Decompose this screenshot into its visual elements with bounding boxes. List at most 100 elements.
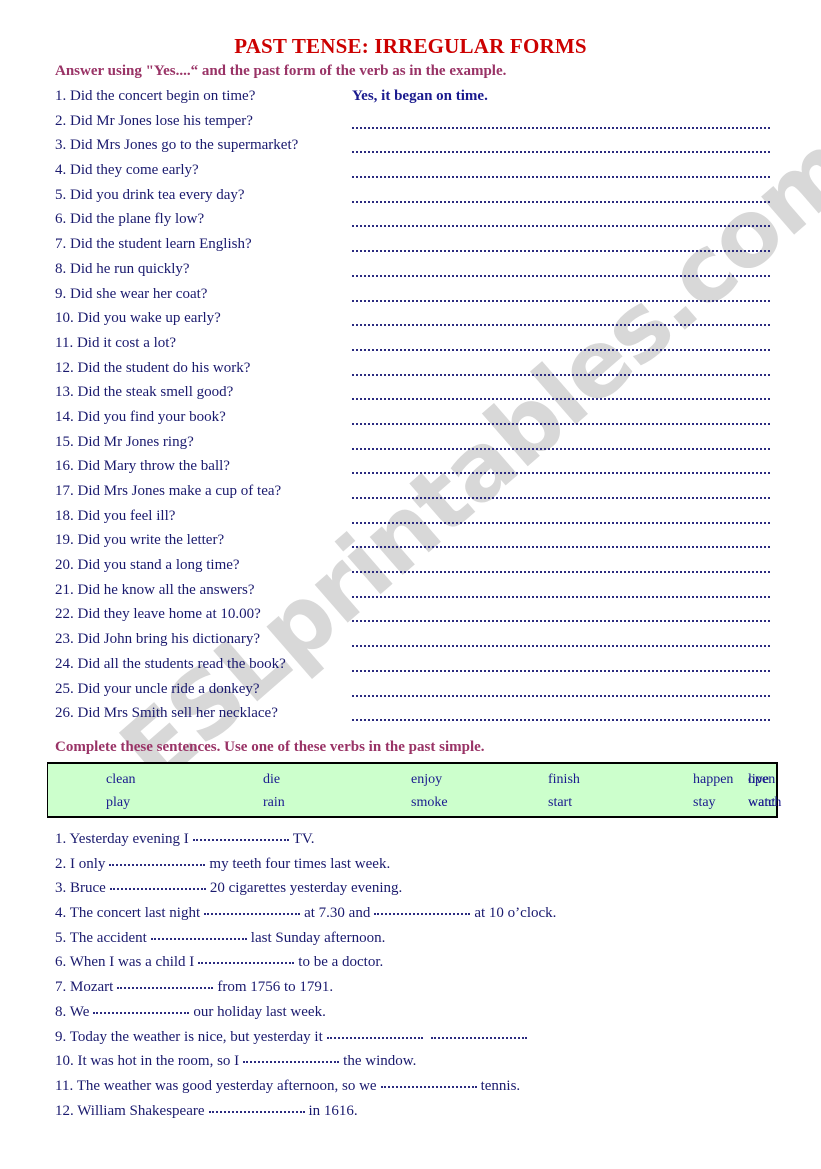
question-text: 18. Did you feel ill?: [55, 507, 176, 524]
sentence-blank[interactable]: [208, 1100, 305, 1113]
question-answer-list: 1. Did the concert begin on time? Yes, it…: [0, 86, 821, 728]
answer-blank-line[interactable]: [352, 272, 770, 277]
answer-blank-line[interactable]: [352, 346, 770, 351]
question-text: 20. Did you stand a long time?: [55, 557, 240, 574]
sentence-row: 11. The weather was good yesterday after…: [0, 1075, 821, 1100]
sentence-text: 10. It was hot in the room, so I the wind…: [55, 1050, 416, 1071]
question-row: 24. Did all the students read the book?: [0, 654, 821, 679]
sentence-fragment: TV.: [292, 831, 315, 847]
sentence-blank[interactable]: [93, 1001, 190, 1014]
sentence-fragment: 20 cigarettes yesterday evening.: [209, 880, 403, 897]
sentence-text: 12. William Shakespeare in 1616.: [55, 1100, 358, 1121]
answer-blank-line[interactable]: [352, 716, 770, 722]
sentence-fragment: Mozart: [70, 979, 114, 996]
answer-blank-line[interactable]: [352, 568, 770, 574]
question-text: 10. Did you wake up early?: [55, 310, 221, 327]
worksheet-page: ESLprintables.com PAST TENSE: IRREGULAR …: [0, 0, 821, 1169]
question-row: 14. Did you find your book?: [0, 407, 821, 432]
answer-blank-line[interactable]: [352, 148, 770, 154]
sentence-text: 4. The concert last night at 7.30 and at 1…: [55, 902, 556, 923]
question-row: 21. Did he know all the answers?: [0, 580, 821, 605]
sentence-fragment: Yesterday evening I: [69, 831, 189, 847]
sentence-fragment: The weather was good yesterday afternoon…: [76, 1077, 377, 1094]
question-text: 14. Did you find your book?: [55, 408, 226, 425]
question-text: 7. Did the student learn English?: [55, 236, 252, 253]
sentence-blank[interactable]: [374, 902, 471, 916]
question-text: 12. Did the student do his work?: [55, 359, 251, 376]
answer-blank-line[interactable]: [352, 445, 770, 450]
sentence-fragment: The concert last night: [69, 905, 201, 922]
sentence-blank[interactable]: [192, 828, 289, 841]
answer-blank-line[interactable]: [352, 321, 770, 327]
answer-blank-line[interactable]: [352, 247, 770, 253]
question-row: 12. Did the student do his work?: [0, 358, 821, 383]
sentence-text: 3. Bruce 20 cigarettes yesterday evening.: [55, 877, 402, 898]
sentence-row: 12. William Shakespeare in 1616.: [0, 1100, 821, 1125]
question-row: 4. Did they come early?: [0, 160, 821, 185]
question-text: 6. Did the plane fly low?: [55, 211, 205, 228]
sentence-number: 9.: [55, 1028, 67, 1045]
sentence-blank[interactable]: [150, 927, 247, 940]
question-text: 17. Did Mrs Jones make a cup of tea?: [55, 483, 282, 499]
sentence-blank[interactable]: [430, 1026, 527, 1039]
sentence-blank[interactable]: [243, 1050, 340, 1064]
answer-blank-line[interactable]: [352, 420, 770, 425]
verb-item: play: [106, 795, 131, 810]
answer-blank-line[interactable]: [352, 371, 770, 376]
question-row: 8. Did he run quickly?: [0, 259, 821, 284]
answer-blank-line[interactable]: [352, 173, 770, 179]
answer-blank-line[interactable]: [352, 124, 770, 129]
question-text: 23. Did John bring his dictionary?: [55, 631, 260, 648]
sentence-blank[interactable]: [117, 976, 214, 990]
answer-blank-line[interactable]: [352, 494, 770, 499]
verb-item: die: [263, 772, 281, 787]
question-text: 3. Did Mrs Jones go to the supermarket?: [55, 137, 299, 154]
verb-item: clean: [106, 772, 136, 787]
sentence-number: 6.: [55, 954, 67, 971]
answer-blank-line[interactable]: [352, 297, 770, 302]
sentence-blank[interactable]: [198, 951, 295, 965]
sentence-text: 5. The accident last Sunday afternoon.: [55, 927, 385, 948]
sentence-row: 8. We our holiday last week.: [0, 1001, 821, 1026]
sentence-blank[interactable]: [204, 902, 301, 916]
sentence-blank[interactable]: [380, 1075, 477, 1088]
sentence-number: 8.: [55, 1003, 67, 1020]
answer-blank-line[interactable]: [352, 519, 770, 524]
verb-item: enjoy: [411, 772, 443, 787]
sentence-text: 8. We our holiday last week.: [55, 1001, 326, 1022]
question-text: 5. Did you drink tea every day?: [55, 186, 245, 203]
verb-item: happen: [693, 772, 734, 787]
answer-blank-line[interactable]: [352, 667, 770, 672]
sentence-fragment: from 1756 to 1791.: [217, 979, 334, 996]
sentence-fragment: William Shakespeare: [77, 1102, 205, 1119]
question-row: 11. Did it cost a lot?: [0, 333, 821, 358]
answer-blank-line[interactable]: [352, 642, 770, 648]
sentence-row: 7. Mozart from 1756 to 1791.: [0, 976, 821, 1001]
sentence-fragment: When I was a child I: [69, 954, 195, 971]
sentence-blank[interactable]: [109, 853, 206, 866]
answer-blank-line[interactable]: [352, 692, 770, 697]
verb-bank-box: clean die enjoy finish happen live open play rai…: [47, 762, 781, 818]
sentence-number: 7.: [55, 979, 67, 996]
sentence-fragment: last Sunday afternoon.: [250, 929, 386, 946]
question-row: 10. Did you wake up early?: [0, 308, 821, 333]
answer-blank-line[interactable]: [352, 395, 770, 401]
sentence-row: 10. It was hot in the room, so I the wind…: [0, 1050, 821, 1075]
sentence-fragment: We: [69, 1003, 90, 1020]
answer-blank-line[interactable]: [352, 617, 770, 623]
answer-blank-line[interactable]: [352, 593, 770, 598]
answer-blank-line[interactable]: [352, 198, 770, 203]
answer-blank-line[interactable]: [352, 469, 770, 475]
sentence-blank[interactable]: [109, 877, 206, 891]
verb-item: open: [748, 772, 776, 787]
sentence-fragment: my teeth four times last week.: [209, 855, 391, 872]
answer-blank-line[interactable]: [352, 543, 770, 549]
sentence-blank[interactable]: [326, 1026, 423, 1039]
answer-blank-line[interactable]: [352, 222, 770, 228]
sentence-text: 9. Today the weather is nice, but yester…: [55, 1026, 531, 1047]
sentence-fragment: in 1616.: [308, 1102, 358, 1119]
question-row: 17. Did Mrs Jones make a cup of tea?: [0, 481, 821, 506]
verb-item: stay: [693, 795, 716, 810]
question-text: 13. Did the steak smell good?: [55, 384, 234, 401]
sentence-number: 5.: [55, 929, 67, 946]
